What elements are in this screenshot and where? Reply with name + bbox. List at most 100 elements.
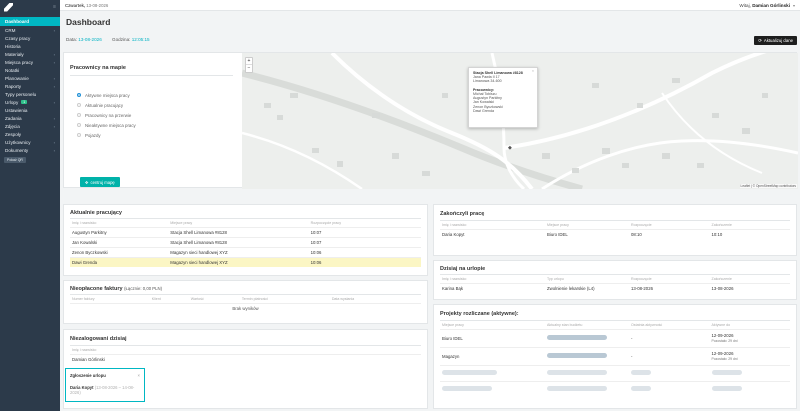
unpaid-invoices-table: Numer faktury Klient Wartość Termin płatnoś… [70,296,421,313]
budget-progress-bar [547,353,607,358]
logo-icon [4,2,13,12]
sidebar-item-dashboard[interactable]: Dashboard [0,17,60,26]
table-row[interactable]: Jan Kowalski Stacja Shell Limanowa #8128 1… [70,236,421,247]
radio-icon [77,113,81,117]
sidebar-item-zdjecia[interactable]: Zdjęcia › [0,122,60,130]
table-row[interactable] [440,364,790,381]
chevron-down-icon[interactable]: ▾ [793,3,795,8]
radio-icon [77,103,81,107]
table-row[interactable]: Magazyn - 12-09-2026 Pozostało: 29 dni [440,346,790,365]
sidebar-item-notatki[interactable]: Notatki [0,66,60,74]
map-panel: Pracownicy na mapie Aktywne miejsca prac… [63,52,798,189]
redacted-text [631,386,651,392]
sidebar-item-historia[interactable]: Historia [0,42,60,50]
sidebar-item-miejsca-pracy[interactable]: Miejsca pracy › [0,58,60,66]
radio-icon [77,93,81,97]
table-row[interactable]: Dawi Grenda Magazyn sieci handlowej XYZ 10… [70,256,421,267]
unpaid-invoices-title: Nieopłacone faktury (Łącznie: 0,00 PLN) [70,286,163,292]
refresh-data-button[interactable]: ⟳ Aktualizuj dane [754,36,797,45]
zoom-out-button[interactable]: − [246,65,252,72]
budget-progress-bar [547,335,607,340]
sidebar-item-ustawienia[interactable]: Ustawienia [0,106,60,114]
budget-progress-bar [547,370,607,375]
chevron-right-icon: › [53,27,55,33]
chevron-right-icon: › [53,139,55,145]
on-leave-table: Imię i nazwisko Typ urlopu Rozpoczęcie Zako… [440,276,790,293]
user-menu[interactable]: Witaj, Damian Górlinski [739,3,790,8]
option-on-break[interactable]: Pracownicy na przerwie [77,110,136,120]
on-leave-title: Dzisiaj na urlopie [440,266,486,272]
sidebar-item-raporty[interactable]: Raporty › [0,82,60,90]
sidebar-item-uzytkownicy[interactable]: Użytkownicy › [0,138,60,146]
sidebar-item-zespoly[interactable]: Zespoły [0,130,60,138]
sidebar-item-typy-personelu[interactable]: Typy personelu [0,90,60,98]
topbar: Czwartek, 13-08-2026 Witaj, Damian Górli… [60,0,800,11]
chevron-right-icon: › [53,51,55,57]
table-row[interactable]: Biuro IDEL - 12-09-2026 Pozostało: 29 dni [440,328,790,347]
chevron-right-icon: › [53,147,55,153]
chevron-right-icon: › [53,83,55,89]
option-working-now[interactable]: Aktualnie pracujący [77,100,136,110]
notification-badge: 1 [21,100,28,104]
finished-work-table: Imię i nazwisko Miejsce pracy Rozpoczęcie Z… [440,222,790,239]
leave-request-toast[interactable]: Zgłoszenie urlopu × Daria Kopyt (13-08-20… [65,368,145,402]
not-logged-title: Niezalogowani dzisiaj [70,336,127,342]
table-row[interactable] [440,380,790,397]
redacted-text [442,386,492,392]
budget-progress-bar [547,386,607,392]
main-content: Dashboard Data: 13-08-2026 Godzina: 12:0… [60,11,800,411]
logo[interactable]: ☰ [0,0,60,14]
sidebar-item-materialy[interactable]: Materiały › [0,50,60,58]
radio-icon [77,123,81,127]
table-row[interactable]: Daria Kopyt Biuro IDEL 08:10 10:10 [440,228,790,239]
chevron-right-icon: › [53,123,55,129]
zoom-control: + − [245,57,253,73]
sidebar-item-crm[interactable]: CRM › [0,26,60,34]
chevron-right-icon: › [53,75,55,81]
working-now-title: Aktualnie pracujący [70,210,122,216]
center-map-button[interactable]: ✥ centruj mapę [80,177,120,187]
topbar-date: Czwartek, 13-08-2026 [65,2,109,8]
map-attribution: Leaflet | © OpenStreetMap contributors [739,184,797,188]
table-row[interactable]: Zenon Byczkowski Magazyn sieci handlowej … [70,246,421,257]
table-row[interactable]: Karina Bąk Zwolnienie lekarskie (L4) 13-08… [440,282,790,293]
show-qr-button[interactable]: Pokaż QR [4,157,26,163]
sidebar-item-urlopy[interactable]: Urlopy 1 › [0,98,60,106]
sidebar-item-zadania[interactable]: Zadania › [0,114,60,122]
finished-work-title: Zakończyli pracę [440,211,485,217]
on-leave-panel: Dzisiaj na urlopie Imię i nazwisko Typ ur… [433,260,797,300]
date-time-bar: Data: 13-08-2026 Godzina: 12:05:15 [66,37,150,42]
close-icon[interactable]: × [138,373,140,378]
radio-icon [77,133,81,137]
finished-work-panel: Zakończyli pracę Imię i nazwisko Miejsce … [433,204,797,256]
redacted-text [711,370,742,375]
chevron-right-icon: › [53,59,55,65]
working-now-table: Imię i nazwisko Miejsce pracy Rozpoczęcie … [70,220,421,267]
sidebar-item-czasy-pracy[interactable]: Czasy pracy [0,34,60,42]
not-logged-table: Imię i nazwisko Damian Górlinski [70,347,421,364]
table-row[interactable]: Damian Górlinski [70,353,421,364]
map-popup: × Stacja Shell Limanowa #8128 Jana Pawła… [468,67,538,128]
sidebar: ☰ Dashboard CRM › Czasy pracy Historia Ma… [0,0,60,411]
zoom-in-button[interactable]: + [246,58,252,65]
map-marker[interactable]: ◆ [508,145,512,151]
redacted-text [711,386,742,392]
projects-panel: Projekty rozliczane (aktywne): Miejsce p… [433,304,797,409]
projects-title: Projekty rozliczane (aktywne): [440,311,519,317]
map-filter-options: Aktywne miejsca pracy Aktualnie pracując… [77,90,136,140]
empty-state: Brak wyników [70,302,421,313]
chevron-right-icon: › [53,115,55,121]
menu-toggle-icon[interactable]: ☰ [53,5,56,9]
crosshair-icon: ✥ [85,179,89,185]
option-vehicles[interactable]: Pojazdy [77,130,136,140]
close-icon[interactable]: × [532,69,534,73]
projects-table: Miejsce pracy Aktualny stan budżetu Ostatn… [440,322,790,397]
sidebar-item-planowanie[interactable]: Planowanie › [0,74,60,82]
chevron-right-icon: › [53,99,55,105]
table-row[interactable]: Augustyn Parkitny Stacja Shell Limanowa #… [70,226,421,237]
redacted-text [631,370,651,375]
option-active-places[interactable]: Aktywne miejsca pracy [77,90,136,100]
map-panel-title: Pracownicy na mapie [70,65,126,71]
option-inactive-places[interactable]: Nieaktywne miejsca pracy [77,120,136,130]
sidebar-item-dokumenty[interactable]: Dokumenty › [0,146,60,154]
